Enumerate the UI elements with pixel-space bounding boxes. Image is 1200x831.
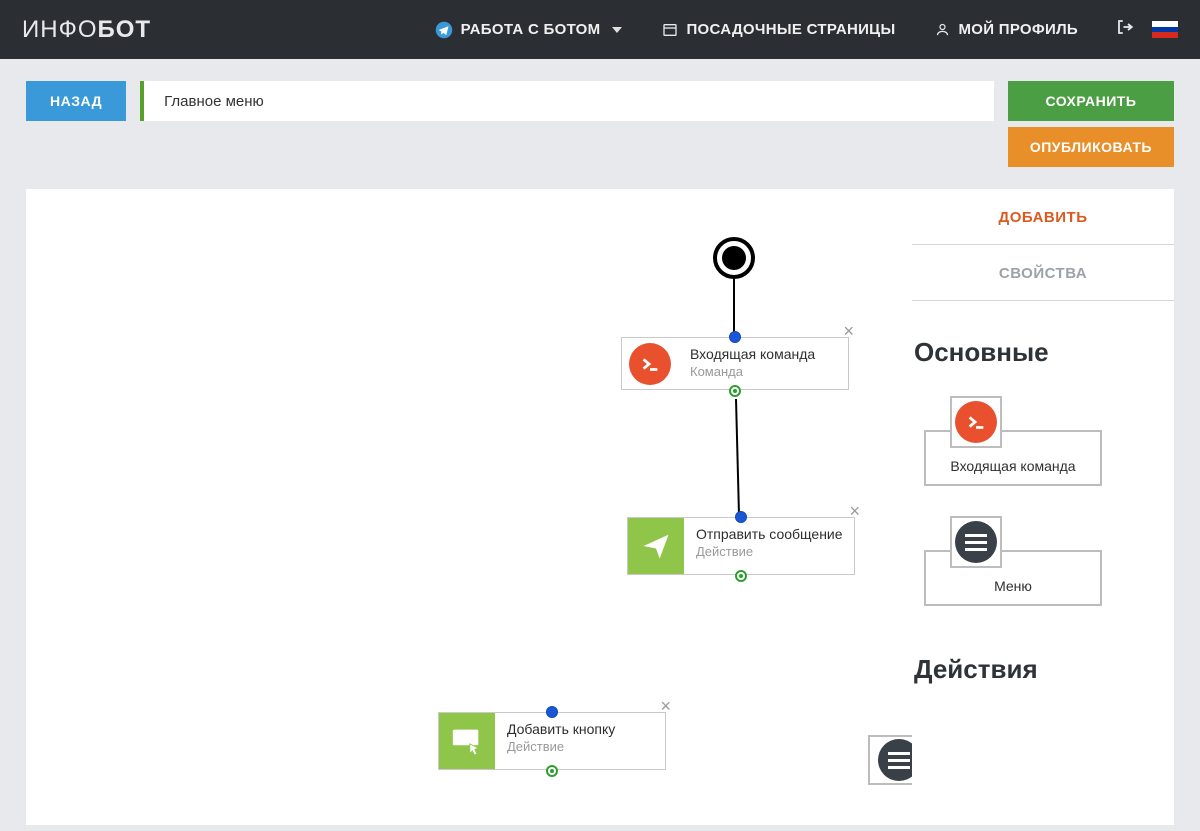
- section-main-title: Основные: [914, 301, 1170, 372]
- page-title[interactable]: Главное меню: [140, 81, 994, 121]
- start-node[interactable]: [713, 237, 755, 279]
- language-flag-ru[interactable]: [1152, 21, 1178, 39]
- command-icon: [950, 396, 1002, 448]
- port-in[interactable]: [735, 511, 747, 523]
- send-icon: [628, 518, 684, 574]
- node-menu-partial[interactable]: [868, 735, 912, 785]
- nav-work-with-bot-label: РАБОТА С БОТОМ: [461, 21, 601, 38]
- tab-add[interactable]: ДОБАВИТЬ: [912, 189, 1174, 245]
- nav-landing-pages[interactable]: ПОСАДОЧНЫЕ СТРАНИЦЫ: [642, 0, 915, 59]
- brand-part1: ИНФО: [22, 16, 98, 44]
- page-icon: [662, 22, 678, 38]
- port-in[interactable]: [729, 331, 741, 343]
- main-area: Входящая команда Команда × Отправить соо…: [26, 189, 1174, 825]
- node-send-message[interactable]: Отправить сообщение Действие ×: [627, 517, 855, 575]
- back-button[interactable]: НАЗАД: [26, 81, 126, 121]
- nav-profile[interactable]: МОЙ ПРОФИЛЬ: [915, 0, 1098, 59]
- logout-icon[interactable]: [1116, 18, 1134, 41]
- node-subtitle: Действие: [507, 739, 655, 754]
- port-in[interactable]: [546, 706, 558, 718]
- nav-landing-pages-label: ПОСАДОЧНЫЕ СТРАНИЦЫ: [686, 21, 895, 38]
- brand-part2: БОТ: [98, 16, 152, 44]
- navbar: ИНФОБОТ РАБОТА С БОТОМ ПОСАДОЧНЫЕ СТРАНИ…: [0, 0, 1200, 59]
- close-icon[interactable]: ×: [843, 322, 854, 340]
- toolbar: НАЗАД Главное меню СОХРАНИТЬ ОПУБЛИКОВАТ…: [0, 59, 1200, 167]
- brand-logo[interactable]: ИНФОБОТ: [22, 16, 151, 44]
- node-title: Отправить сообщение: [696, 526, 844, 542]
- publish-button[interactable]: ОПУБЛИКОВАТЬ: [1008, 127, 1174, 167]
- flow-canvas[interactable]: Входящая команда Команда × Отправить соо…: [26, 189, 912, 825]
- telegram-icon: [435, 21, 453, 39]
- port-out[interactable]: [546, 765, 558, 777]
- node-title: Добавить кнопку: [507, 721, 655, 737]
- nav-profile-label: МОЙ ПРОФИЛЬ: [958, 21, 1078, 38]
- close-icon[interactable]: ×: [849, 502, 860, 520]
- side-panel: ДОБАВИТЬ СВОЙСТВА Основные Входящая кома…: [912, 189, 1174, 825]
- close-icon[interactable]: ×: [660, 697, 671, 715]
- user-icon: [935, 22, 950, 37]
- node-subtitle: Действие: [696, 544, 844, 559]
- tab-properties[interactable]: СВОЙСТВА: [912, 245, 1174, 301]
- section-actions-title: Действия: [914, 606, 1170, 689]
- port-out[interactable]: [729, 385, 741, 397]
- node-subtitle: Команда: [690, 364, 838, 379]
- node-incoming-command[interactable]: Входящая команда Команда ×: [621, 337, 849, 390]
- node-add-button[interactable]: Добавить кнопку Действие ×: [438, 712, 666, 770]
- nav-work-with-bot[interactable]: РАБОТА С БОТОМ: [415, 0, 643, 59]
- command-icon: [622, 338, 678, 389]
- palette-incoming-command[interactable]: Входящая команда: [924, 430, 1102, 486]
- chevron-down-icon: [612, 27, 622, 33]
- menu-icon: [950, 516, 1002, 568]
- button-cursor-icon: [439, 713, 495, 769]
- save-button[interactable]: СОХРАНИТЬ: [1008, 81, 1174, 121]
- node-title: Входящая команда: [690, 346, 838, 362]
- port-out[interactable]: [735, 570, 747, 582]
- palette-menu[interactable]: Меню: [924, 550, 1102, 606]
